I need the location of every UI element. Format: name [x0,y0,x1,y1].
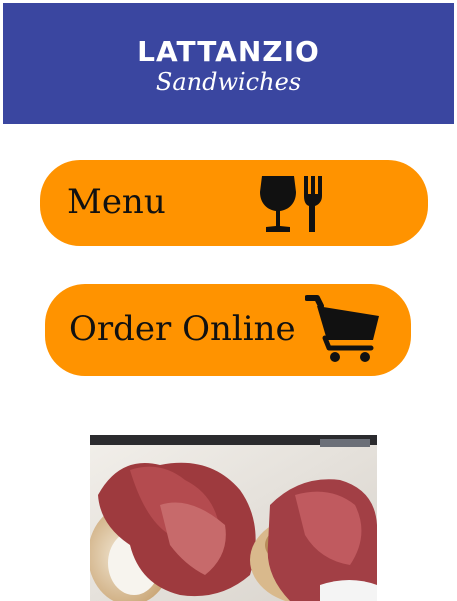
site-header: LATTANZIO Sandwiches [3,3,454,124]
sandwich-photo-image [90,435,377,601]
brand-name: LATTANZIO [137,35,320,68]
menu-button-label: Menu [67,182,166,222]
order-online-button[interactable]: Order Online [45,284,411,376]
order-online-button-label: Order Online [69,309,296,349]
shopping-cart-icon [305,295,379,362]
menu-button[interactable]: Menu [40,160,428,246]
wine-glass-fork-icon [260,176,322,232]
sandwich-photo [90,435,377,601]
brand-tagline: Sandwiches [155,68,302,96]
